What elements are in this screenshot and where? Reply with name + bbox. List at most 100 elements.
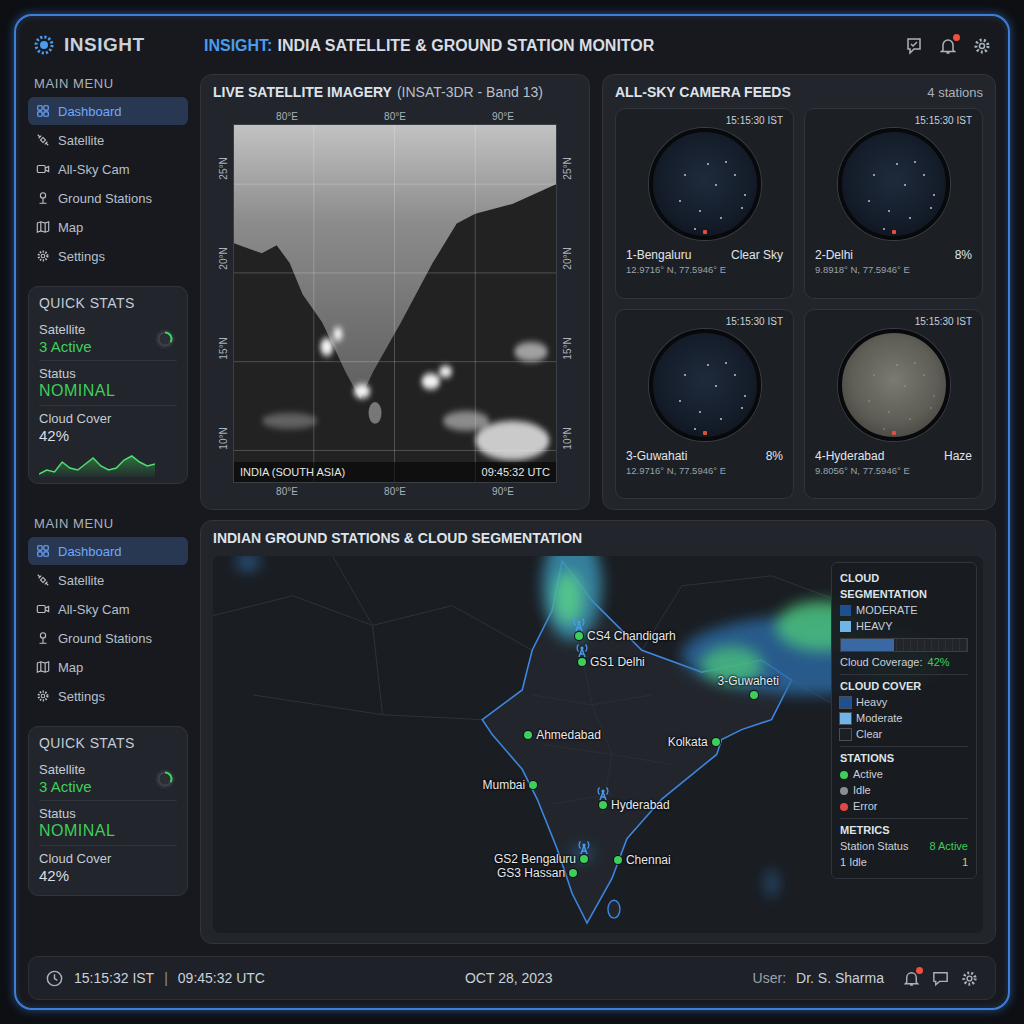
axis-tick: 80°E — [276, 111, 298, 122]
metric-row: 1 Idle1 — [840, 855, 968, 870]
stat-satellite: Satellite3 Active — [39, 757, 177, 801]
stat-satellite: Satellite3 Active — [39, 317, 177, 361]
axis-tick: 80°E — [384, 111, 406, 122]
clock-icon — [45, 969, 64, 988]
status-ring-icon — [153, 767, 177, 791]
quick-stats-card: QUICK STATSSatellite3 ActiveStatusNOMINA… — [28, 726, 188, 896]
coverage-bar — [840, 638, 968, 652]
location-person-icon — [36, 631, 50, 645]
station-status-dot — [750, 691, 758, 699]
station-label: 3-Guwaheti — [718, 673, 779, 689]
camera-card[interactable]: 15:15:30 IST3-Guwahati8%12.9716° N, 77.5… — [615, 309, 794, 500]
axis-tick: 25°N — [218, 158, 229, 180]
top-bar: INSIGHT:INDIA SATELLITE & GROUND STATION… — [200, 28, 996, 64]
footer-notifications[interactable] — [902, 969, 921, 988]
menu: DashboardSatelliteAll-Sky CamGround Stat… — [28, 97, 188, 270]
gear-icon — [36, 689, 50, 703]
antenna-icon — [595, 785, 611, 801]
stat-status: StatusNOMINAL — [39, 361, 177, 406]
axis-tick: 10°N — [218, 427, 229, 449]
logo[interactable]: INSIGHT — [28, 28, 188, 62]
menu-item[interactable]: All-Sky Cam — [28, 155, 188, 183]
station-map[interactable]: CS4 Chandigarh GS1 Delhi Ahmedabad Kolkata 3… — [213, 556, 983, 933]
sidebar-section: MAIN MENU DashboardSatelliteAll-Sky CamGr… — [28, 512, 188, 896]
stat-cloud-cover: Cloud Cover42% — [39, 406, 177, 449]
status-bar: 15:15:32 IST|09:45:32 UTCOCT 28, 2023Use… — [28, 956, 996, 1000]
menu-item[interactable]: Settings — [28, 682, 188, 710]
axis-tick: 25°N — [562, 158, 573, 180]
panel-title: INDIAN GROUND STATIONS & CLOUD SEGMENTAT… — [213, 530, 983, 548]
camera-card[interactable]: 15:15:30 IST2-Delhi8%9.8918° N, 77.5946°… — [804, 108, 983, 299]
camera-feed — [649, 329, 761, 441]
panel-title: ALL-SKY CAMERA FEEDS4 stations — [615, 84, 983, 102]
menu-item[interactable]: Satellite — [28, 126, 188, 154]
legend-item: Active — [840, 767, 968, 782]
legend-item: MODERATE — [840, 603, 968, 618]
grid-icon — [36, 104, 50, 118]
screen: INSIGHTMAIN MENUDashboardSatelliteAll-Sk… — [0, 0, 1024, 1024]
station-label: Ahmedabad — [536, 727, 601, 743]
axis-tick: 20°N — [218, 247, 229, 269]
satellite-icon — [36, 573, 50, 587]
legend-item: Idle — [840, 783, 968, 798]
legend-item: Clear — [840, 727, 968, 742]
antenna-icon — [576, 839, 592, 855]
menu-item[interactable]: Ground Stations — [28, 184, 188, 212]
station-label: GS2 Bengaluru — [494, 851, 576, 867]
satellite-image[interactable]: INDIA (SOUTH ASIA)09:45:32 UTC — [233, 124, 557, 483]
legend-item: Moderate — [840, 711, 968, 726]
menu: DashboardSatelliteAll-Sky CamGround Stat… — [28, 537, 188, 710]
station-label: GS1 Delhi — [590, 654, 645, 670]
sidebar: INSIGHTMAIN MENUDashboardSatelliteAll-Sk… — [28, 28, 188, 944]
cloud-cover-sparkline — [39, 451, 155, 477]
notification-badge — [916, 967, 923, 974]
camera-card[interactable]: 15:15:30 IST1-BengaluruClear Sky12.9716°… — [615, 108, 794, 299]
station-label: Hyderabad — [611, 797, 670, 813]
station-status-dot — [599, 801, 607, 809]
gear-icon[interactable] — [972, 36, 992, 56]
camera-feed — [838, 128, 950, 240]
camera-feed — [838, 329, 950, 441]
notification-badge — [953, 34, 960, 41]
station-status-dot — [524, 731, 532, 739]
axis-tick: 15°N — [218, 337, 229, 359]
map-legend: CLOUD SEGMENTATIONMODERATEHEAVYCloud Cov… — [831, 562, 977, 879]
all-sky-panel: ALL-SKY CAMERA FEEDS4 stations 15:15:30 I… — [602, 74, 996, 510]
menu-item[interactable]: Dashboard — [28, 537, 188, 565]
station-label: Kolkata — [668, 734, 708, 750]
axis-tick: 20°N — [562, 247, 573, 269]
grid-icon — [36, 544, 50, 558]
camera-icon — [36, 162, 50, 176]
menu-item[interactable]: Map — [28, 213, 188, 241]
menu-item[interactable]: All-Sky Cam — [28, 595, 188, 623]
axis-tick: 90°E — [492, 111, 514, 122]
stat-cloud-cover: Cloud Cover42% — [39, 846, 177, 889]
quick-stats-card: QUICK STATSSatellite3 ActiveStatusNOMINA… — [28, 286, 188, 484]
menu-item[interactable]: Settings — [28, 242, 188, 270]
station-label: Chennai — [626, 852, 671, 868]
station-label: CS4 Chandigarh — [587, 628, 676, 644]
menu-item[interactable]: Ground Stations — [28, 624, 188, 652]
sidebar-section: MAIN MENUDashboardSatelliteAll-Sky CamGr… — [28, 72, 188, 484]
date: OCT 28, 2023 — [465, 970, 553, 986]
menu-item[interactable]: Dashboard — [28, 97, 188, 125]
menu-item[interactable]: Satellite — [28, 566, 188, 594]
station-status-dot — [614, 856, 622, 864]
station-label: Mumbai — [482, 777, 525, 793]
main-area: INSIGHT:INDIA SATELLITE & GROUND STATION… — [200, 28, 996, 944]
station-status-dot — [712, 738, 720, 746]
status-ring-icon — [153, 327, 177, 351]
map-panel: INDIAN GROUND STATIONS & CLOUD SEGMENTAT… — [200, 520, 996, 944]
tasks-icon[interactable] — [904, 36, 924, 56]
satellite-imagery — [234, 125, 556, 482]
notifications-button[interactable] — [938, 36, 958, 56]
menu-heading: MAIN MENU — [28, 512, 188, 533]
gear-icon[interactable] — [960, 969, 979, 988]
menu-item[interactable]: Map — [28, 653, 188, 681]
camera-card[interactable]: 15:15:30 IST4-HyderabadHaze9.8056° N, 77… — [804, 309, 983, 500]
legend-item: Error — [840, 799, 968, 814]
chat-icon[interactable] — [931, 969, 950, 988]
image-caption: INDIA (SOUTH ASIA)09:45:32 UTC — [234, 462, 556, 482]
axis-tick: 90°E — [492, 486, 514, 497]
axis-tick: 10°N — [562, 427, 573, 449]
